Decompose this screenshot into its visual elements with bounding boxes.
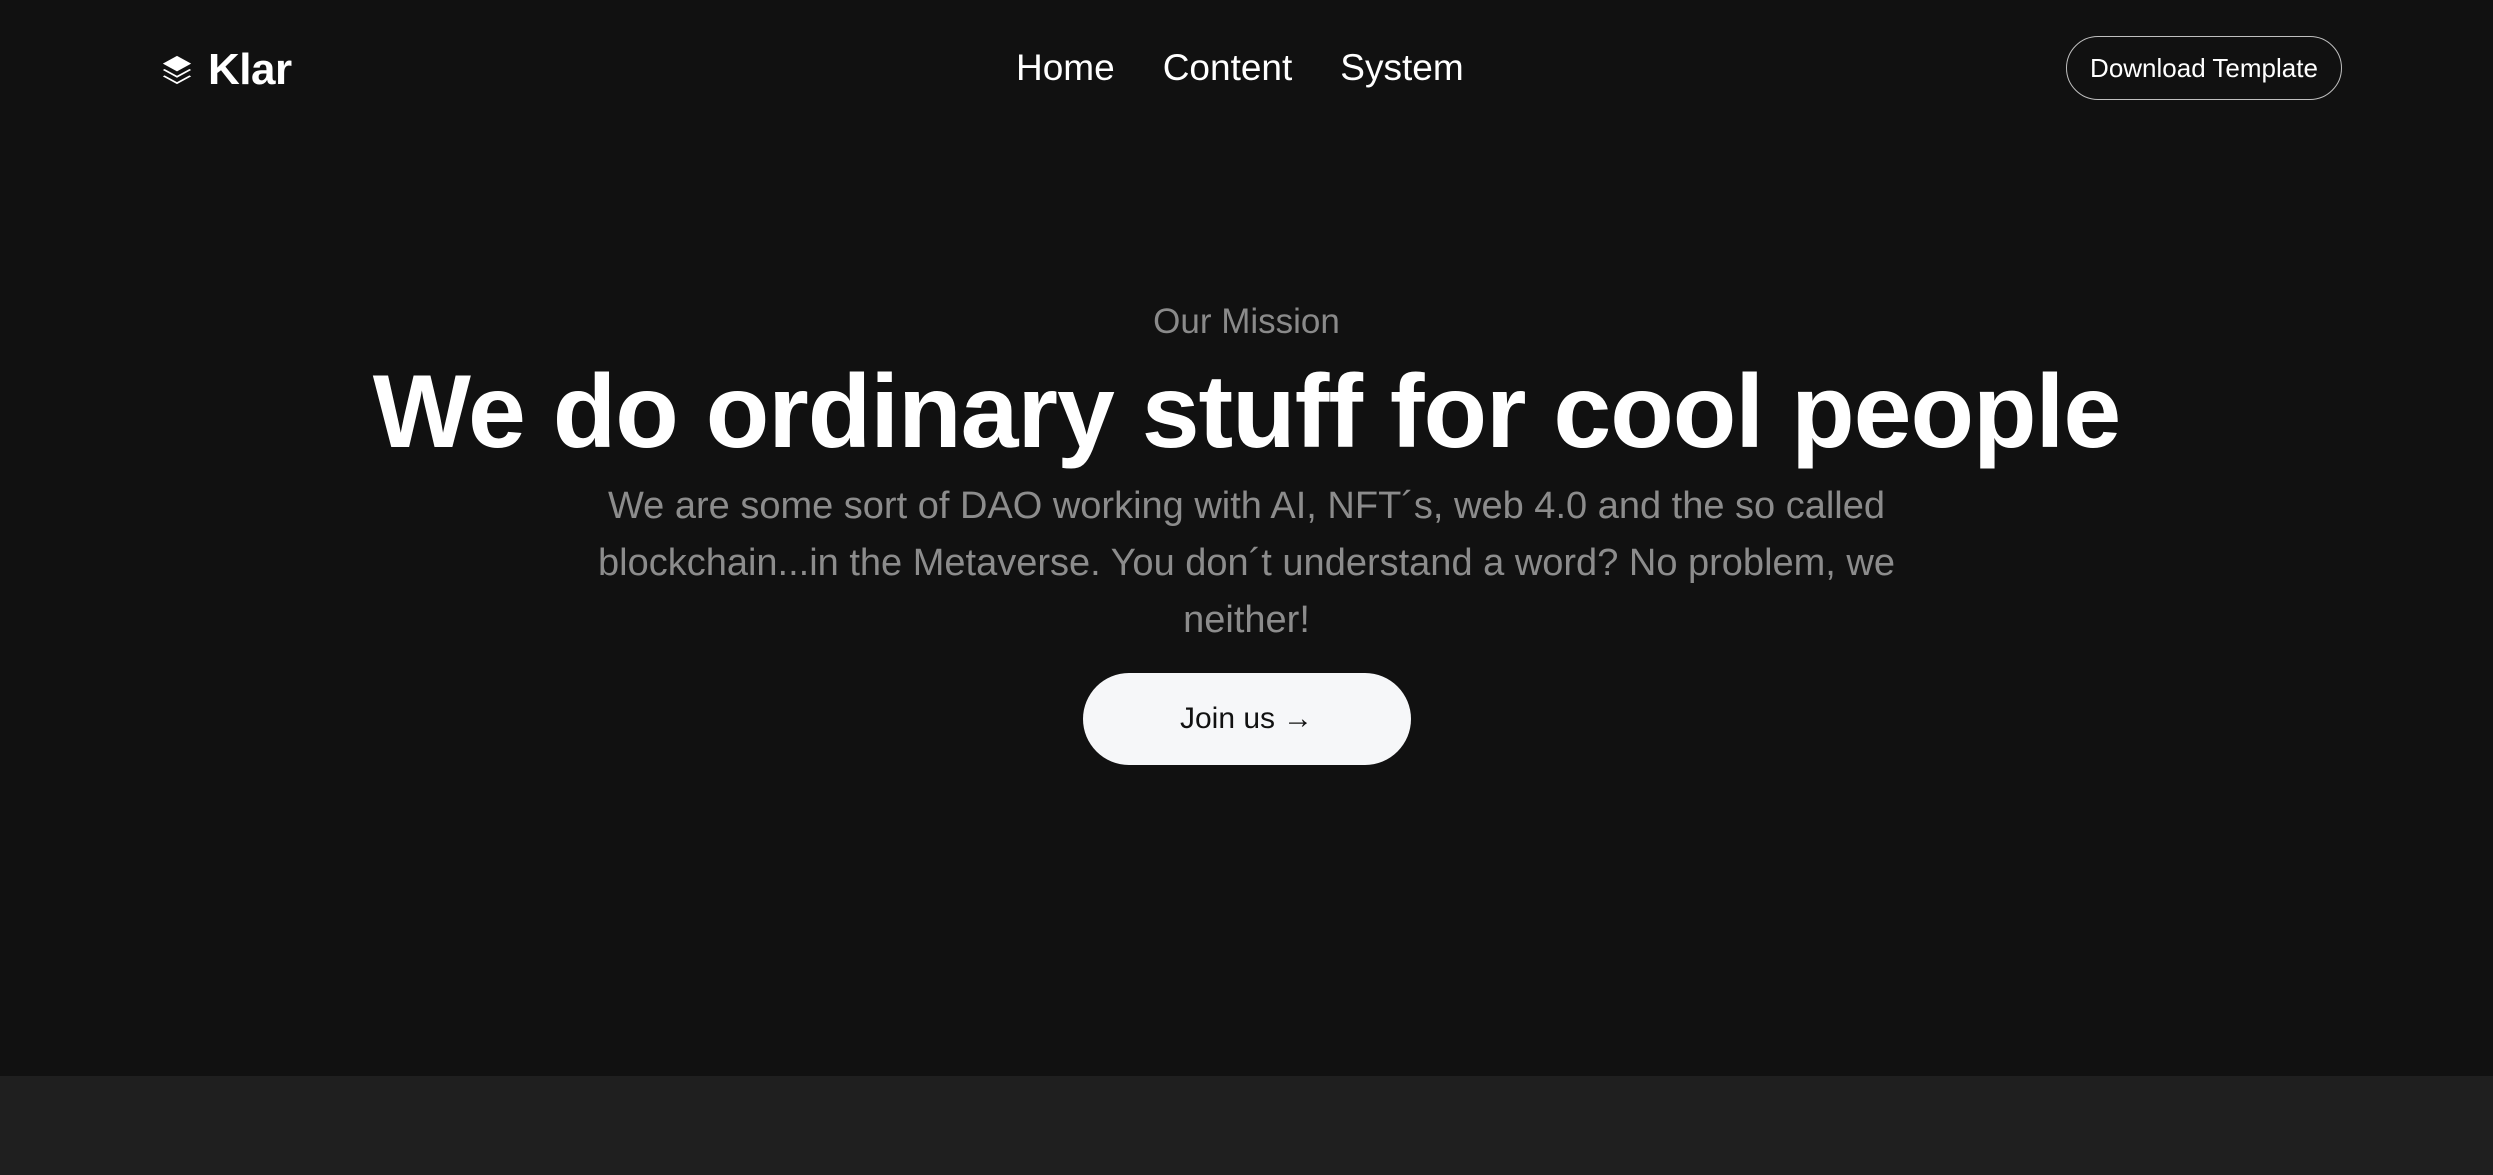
main-nav: Home Content System <box>1016 42 1464 94</box>
nav-item-system[interactable]: System <box>1340 42 1463 94</box>
hero-subtitle: We are some sort of DAO working with AI,… <box>598 485 1895 641</box>
hero-eyebrow: Our Mission <box>1153 302 1340 341</box>
nav-item-home[interactable]: Home <box>1016 42 1115 94</box>
brand-logo-link[interactable]: Klar <box>160 44 292 96</box>
next-section-band <box>0 1076 2493 1175</box>
site-header: Klar Home Content System Download Templa… <box>0 0 2493 140</box>
join-us-button[interactable]: Join us → <box>1082 673 1411 765</box>
hero-headline: We do ordinary stuff for cool people <box>372 354 2122 470</box>
layers-icon <box>160 53 194 87</box>
arrow-right-icon: → <box>1283 702 1314 735</box>
hero-section: Our Mission We do ordinary stuff for coo… <box>0 300 2493 765</box>
join-us-label: Join us <box>1179 702 1276 735</box>
brand-name: Klar <box>208 45 292 94</box>
nav-item-content[interactable]: Content <box>1163 42 1293 94</box>
download-template-button[interactable]: Download Template <box>2066 36 2342 100</box>
page: Klar Home Content System Download Templa… <box>0 0 2493 1175</box>
